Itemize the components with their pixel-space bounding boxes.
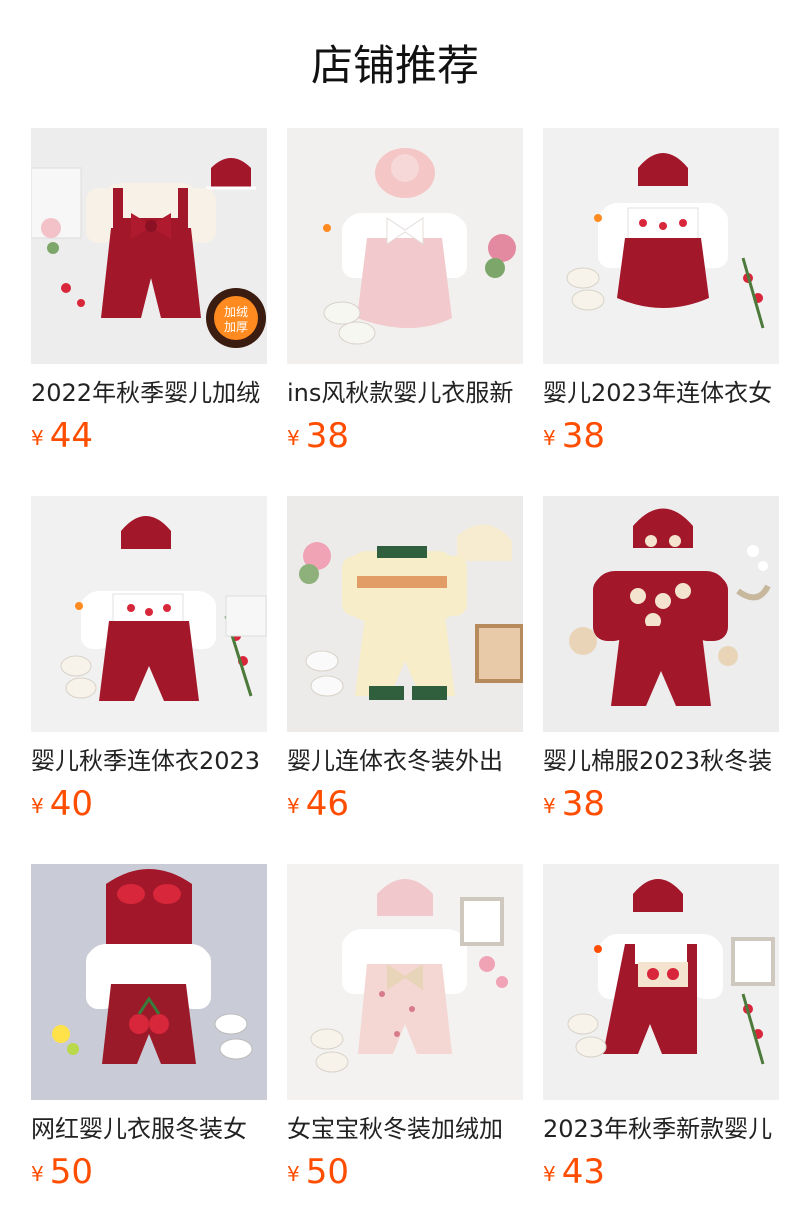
currency-symbol: ¥ [31, 426, 44, 450]
svg-text:加绒: 加绒 [224, 305, 248, 319]
product-card[interactable]: 婴儿棉服2023秋冬装 ¥38 [543, 496, 779, 824]
price-value: 38 [561, 416, 605, 456]
currency-symbol: ¥ [31, 1162, 44, 1186]
product-image[interactable] [31, 496, 267, 732]
price-value: 40 [49, 784, 93, 824]
product-image[interactable] [287, 864, 523, 1100]
currency-symbol: ¥ [287, 794, 300, 818]
product-card[interactable]: 婴儿秋季连体衣2023 ¥40 [31, 496, 267, 824]
page-title: 店铺推荐 [310, 41, 479, 90]
product-price: ¥46 [287, 784, 349, 824]
product-name[interactable]: 婴儿秋季连体衣2023 [31, 744, 267, 778]
currency-symbol: ¥ [31, 794, 44, 818]
product-name[interactable]: 网红婴儿衣服冬装女 [31, 1112, 267, 1146]
product-name[interactable]: ins风秋款婴儿衣服新 [287, 376, 523, 410]
product-image[interactable] [31, 864, 267, 1100]
price-value: 38 [305, 416, 349, 456]
product-card[interactable]: 网红婴儿衣服冬装女 ¥50 [31, 864, 267, 1192]
product-price: ¥50 [287, 1152, 349, 1192]
product-card[interactable]: ins风秋款婴儿衣服新 ¥38 [287, 128, 523, 456]
product-price: ¥40 [31, 784, 93, 824]
product-image[interactable] [287, 496, 523, 732]
product-image[interactable] [543, 496, 779, 732]
product-name[interactable]: 女宝宝秋冬装加绒加 [287, 1112, 523, 1146]
product-card[interactable]: 婴儿连体衣冬装外出 ¥46 [287, 496, 523, 824]
price-value: 38 [561, 784, 605, 824]
product-card[interactable]: 女宝宝秋冬装加绒加 ¥50 [287, 864, 523, 1192]
currency-symbol: ¥ [543, 794, 556, 818]
currency-symbol: ¥ [287, 426, 300, 450]
price-value: 46 [305, 784, 349, 824]
product-name[interactable]: 婴儿2023年连体衣女 [543, 376, 779, 410]
product-card[interactable]: 加绒 加厚 2022年秋季婴儿加绒 ¥44 [31, 128, 267, 456]
price-value: 50 [49, 1152, 93, 1192]
price-value: 44 [49, 416, 93, 456]
product-price: ¥50 [31, 1152, 93, 1192]
svg-text:加厚: 加厚 [224, 320, 248, 334]
product-price: ¥38 [543, 784, 605, 824]
product-price: ¥44 [31, 416, 93, 456]
product-price: ¥43 [543, 1152, 605, 1192]
product-card[interactable]: 2023年秋季新款婴儿 ¥43 [543, 864, 779, 1192]
product-card[interactable]: 婴儿2023年连体衣女 ¥38 [543, 128, 779, 456]
product-name[interactable]: 婴儿棉服2023秋冬装 [543, 744, 779, 778]
product-name[interactable]: 2022年秋季婴儿加绒 [31, 376, 267, 410]
currency-symbol: ¥ [287, 1162, 300, 1186]
product-image[interactable] [543, 864, 779, 1100]
product-price: ¥38 [543, 416, 605, 456]
product-image[interactable] [543, 128, 779, 364]
product-name[interactable]: 2023年秋季新款婴儿 [543, 1112, 779, 1146]
product-image[interactable] [287, 128, 523, 364]
price-value: 43 [561, 1152, 605, 1192]
product-image[interactable]: 加绒 加厚 [31, 128, 267, 364]
currency-symbol: ¥ [543, 426, 556, 450]
product-name[interactable]: 婴儿连体衣冬装外出 [287, 744, 523, 778]
price-value: 50 [305, 1152, 349, 1192]
product-price: ¥38 [287, 416, 349, 456]
currency-symbol: ¥ [543, 1162, 556, 1186]
